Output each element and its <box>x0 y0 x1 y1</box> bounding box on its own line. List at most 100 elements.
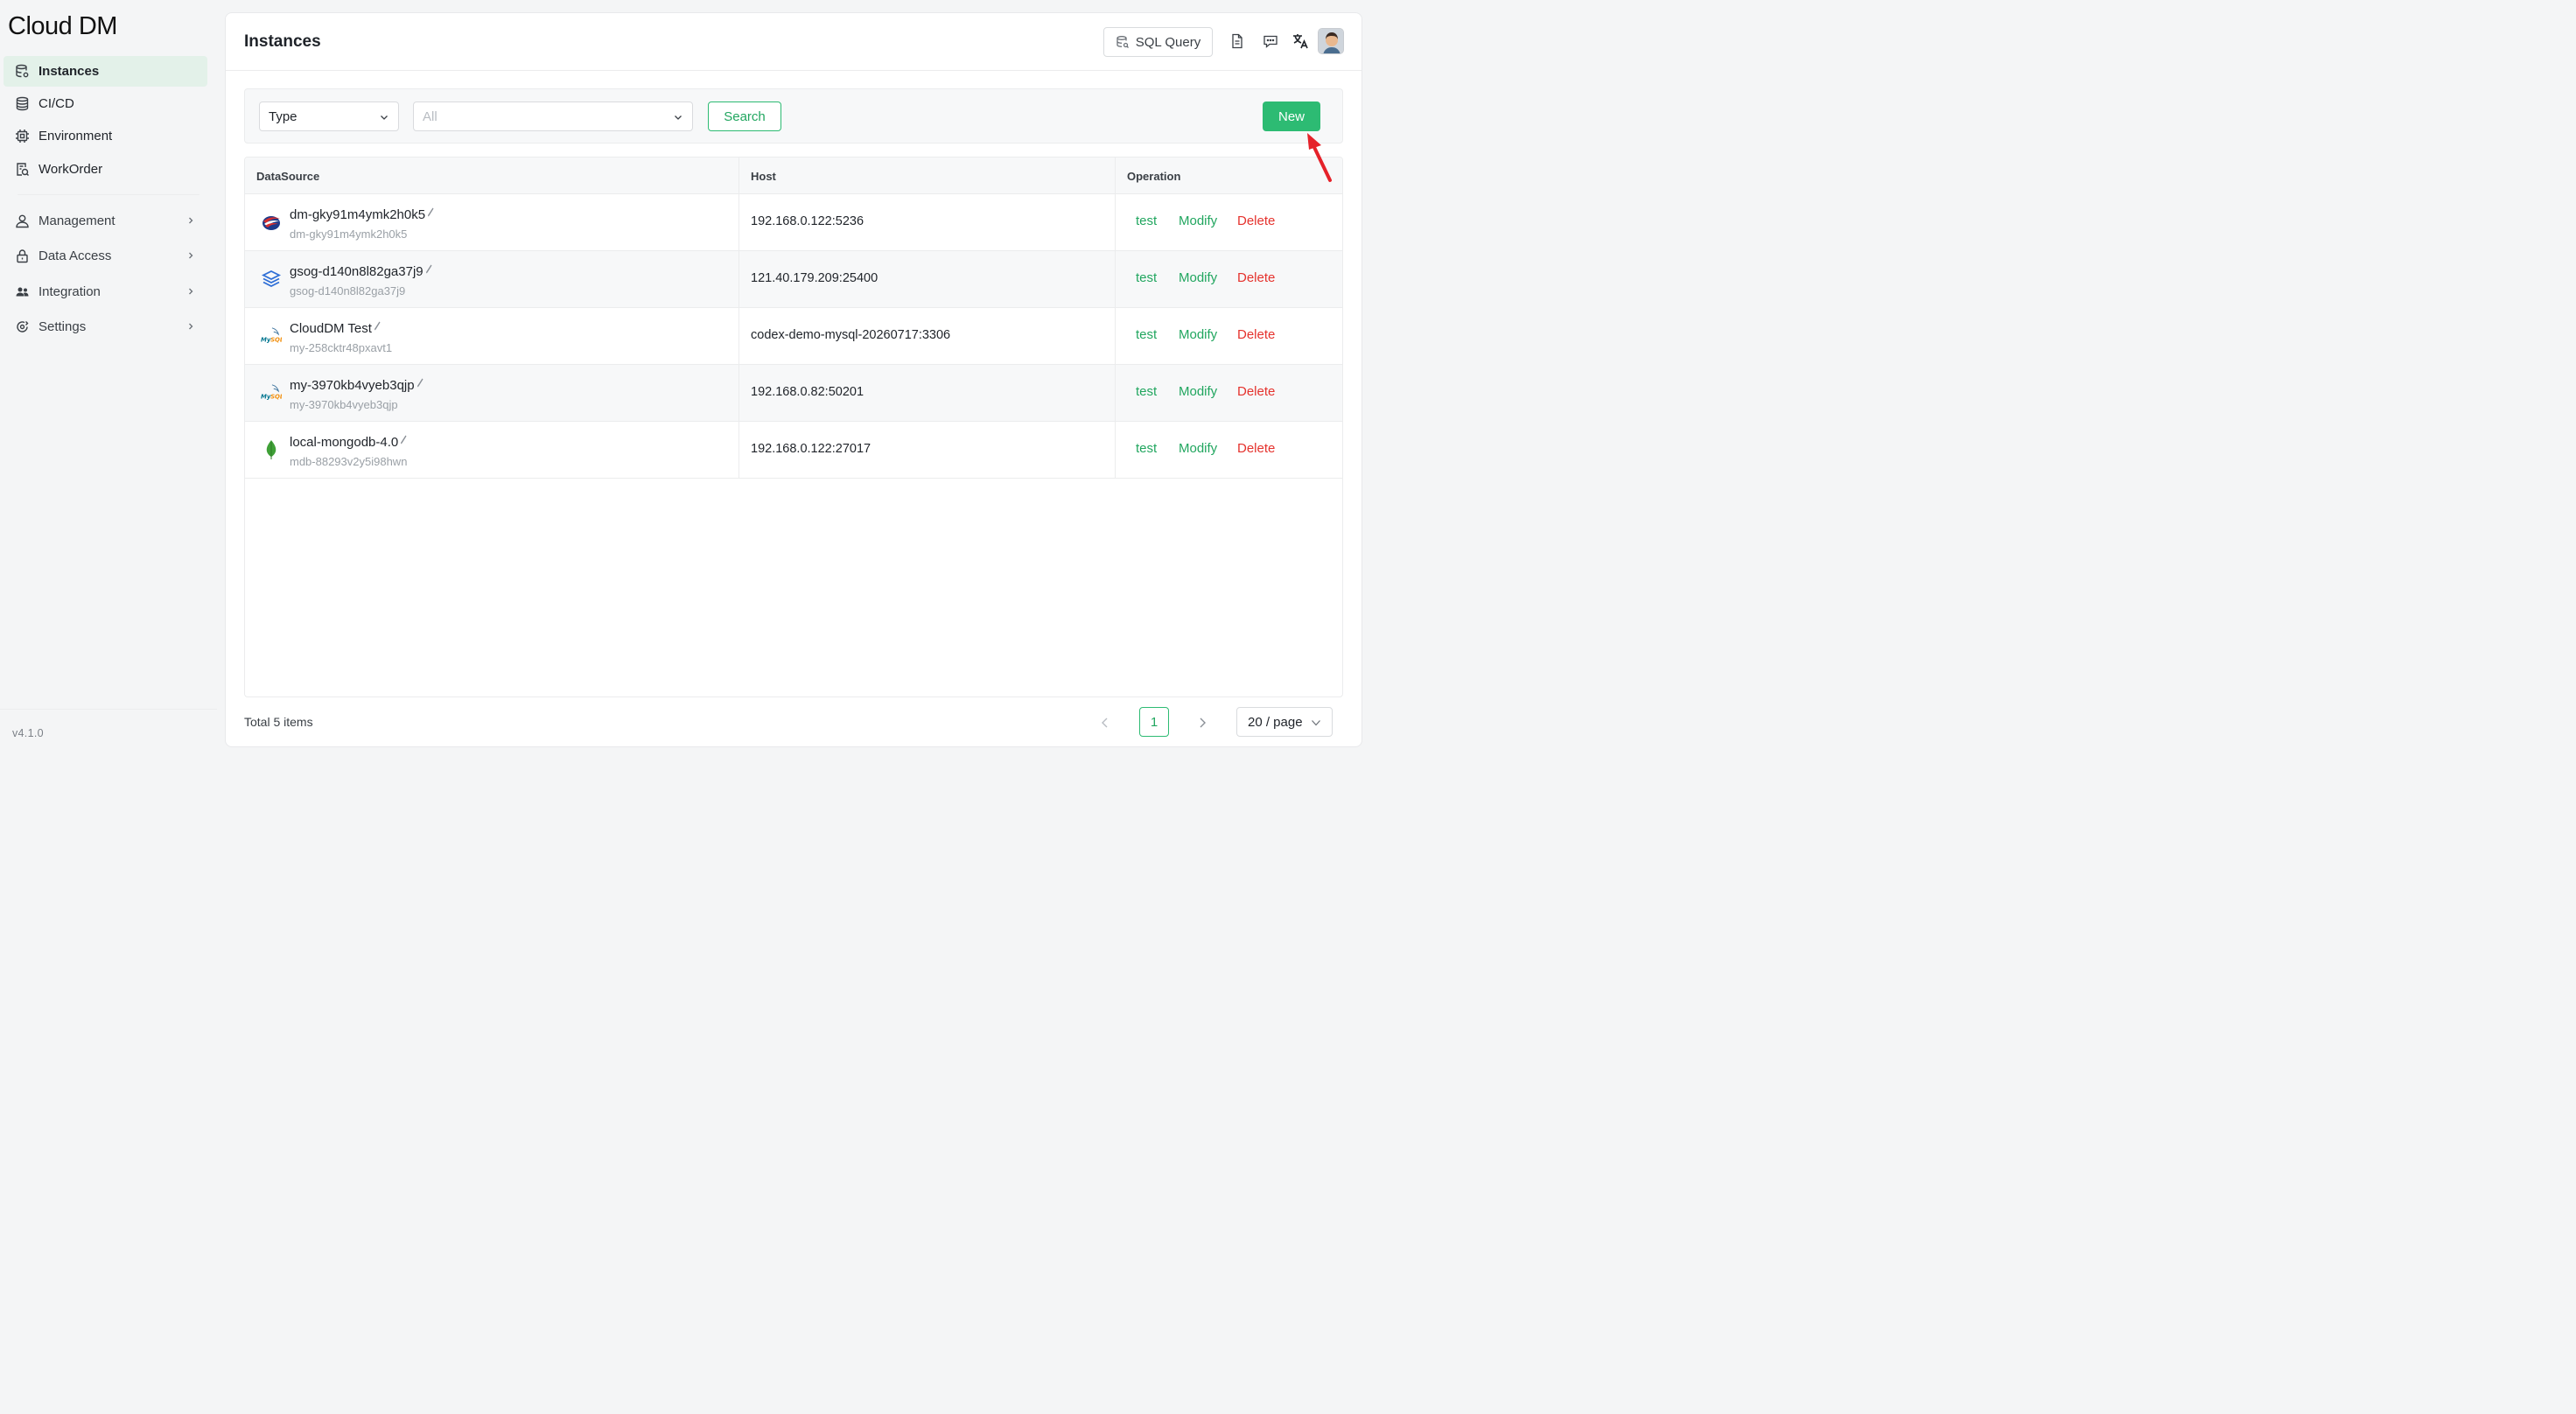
avatar[interactable] <box>1318 28 1344 54</box>
delete-button[interactable]: Delete <box>1237 214 1275 228</box>
chevron-right-icon <box>189 323 193 330</box>
column-divider <box>738 158 739 479</box>
type-select[interactable]: Type <box>259 102 399 131</box>
column-divider <box>1115 158 1116 479</box>
column-header-operation: Operation <box>1127 170 1181 183</box>
delete-button[interactable]: Delete <box>1237 384 1275 399</box>
test-button[interactable]: test <box>1136 270 1157 285</box>
modify-button[interactable]: Modify <box>1179 384 1217 399</box>
instance-filter-placeholder: All <box>423 108 438 124</box>
sidebar-item-cicd[interactable]: CI/CD <box>4 88 207 119</box>
test-button[interactable]: test <box>1136 214 1157 228</box>
gaussdb-icon <box>261 269 282 290</box>
next-page-icon[interactable] <box>1195 716 1209 730</box>
datasource-name[interactable]: local-mongodb-4.0 <box>290 435 407 450</box>
instances-table: DataSource Host Operation dm-gky91m4ymk2… <box>244 157 1343 697</box>
modify-button[interactable]: Modify <box>1179 327 1217 342</box>
host-value: codex-demo-mysql-20260717:3306 <box>751 328 951 342</box>
sidebar-item-label: Settings <box>38 319 87 334</box>
annotation-arrow-icon <box>1307 133 1332 182</box>
table-header: DataSource Host Operation <box>245 158 1342 194</box>
page-size-value: 20 / page <box>1248 714 1303 730</box>
chat-icon[interactable] <box>1262 32 1279 50</box>
sql-query-button[interactable]: SQL Query <box>1103 27 1213 57</box>
datasource-name[interactable]: gsog-d140n8l82ga37j9 <box>290 264 432 279</box>
page-size-select[interactable]: 20 / page <box>1236 707 1333 737</box>
page-title: Instances <box>244 32 321 51</box>
app-version: v4.1.0 <box>12 727 44 739</box>
sidebar-divider <box>18 194 200 195</box>
datasource-id: mdb-88293v2y5i98hwn <box>290 455 408 468</box>
modify-button[interactable]: Modify <box>1179 270 1217 285</box>
datasource-id: gsog-d140n8l82ga37j9 <box>290 284 406 298</box>
database-search-icon <box>1116 36 1129 48</box>
svg-text:My: My <box>261 336 271 343</box>
datasource-name[interactable]: dm-gky91m4ymk2h0k5 <box>290 207 434 222</box>
delete-button[interactable]: Delete <box>1237 441 1275 456</box>
table-row: dm-gky91m4ymk2h0k5 dm-gky91m4ymk2h0k5 19… <box>245 194 1342 251</box>
sidebar-bottom-divider <box>0 709 217 710</box>
test-button[interactable]: test <box>1136 384 1157 399</box>
sql-query-label: SQL Query <box>1135 34 1201 50</box>
page-number-current[interactable]: 1 <box>1139 707 1169 737</box>
page-header: Instances SQL Query <box>226 13 1362 71</box>
work-order-icon <box>14 162 30 178</box>
svg-text:SQL: SQL <box>270 336 282 343</box>
edit-icon[interactable] <box>400 435 407 444</box>
host-value: 121.40.179.209:25400 <box>751 271 878 285</box>
sidebar-item-label: Integration <box>38 284 101 299</box>
sidebar-item-workorder[interactable]: WorkOrder <box>4 154 207 185</box>
chevron-right-icon <box>189 217 193 224</box>
team-icon <box>14 284 30 300</box>
host-value: 192.168.0.82:50201 <box>751 385 864 399</box>
sidebar-group-management[interactable]: Management <box>4 206 207 236</box>
table-row: gsog-d140n8l82ga37j9 gsog-d140n8l82ga37j… <box>245 251 1342 308</box>
chevron-down-icon <box>675 116 682 120</box>
new-instance-button[interactable]: New <box>1263 102 1320 131</box>
delete-button[interactable]: Delete <box>1237 327 1275 342</box>
test-button[interactable]: test <box>1136 441 1157 456</box>
datasource-id: my-3970kb4vyeb3qjp <box>290 398 398 411</box>
document-icon[interactable] <box>1228 32 1246 50</box>
sidebar-group-integration[interactable]: Integration <box>4 276 207 307</box>
table-row: MySQL my-3970kb4vyeb3qjp my-3970kb4vyeb3… <box>245 365 1342 422</box>
chevron-down-icon <box>381 116 388 120</box>
modify-button[interactable]: Modify <box>1179 214 1217 228</box>
edit-icon[interactable] <box>425 264 432 274</box>
previous-page-icon[interactable] <box>1098 716 1112 730</box>
mysql-icon: MySQL <box>261 382 282 403</box>
sidebar-item-label: WorkOrder <box>38 162 103 177</box>
test-button[interactable]: test <box>1136 327 1157 342</box>
host-value: 192.168.0.122:27017 <box>751 442 872 456</box>
table-row: MySQL CloudDM Test my-258cktr48pxavt1 co… <box>245 308 1342 365</box>
app-logo: Cloud DM <box>8 12 117 40</box>
datasource-name[interactable]: CloudDM Test <box>290 321 381 336</box>
datasource-name[interactable]: my-3970kb4vyeb3qjp <box>290 378 424 393</box>
chevron-down-icon <box>1312 720 1320 726</box>
sidebar: Cloud DM Instances CI/CD Environment Wor… <box>0 0 217 754</box>
column-header-datasource: DataSource <box>256 170 320 183</box>
sidebar-item-label: CI/CD <box>38 96 74 111</box>
sidebar-item-label: Environment <box>38 129 113 144</box>
edit-icon[interactable] <box>374 321 381 331</box>
mysql-icon: MySQL <box>261 326 282 346</box>
instance-filter-select[interactable]: All <box>413 102 693 131</box>
delete-button[interactable]: Delete <box>1237 270 1275 285</box>
sidebar-item-label: Instances <box>38 64 100 79</box>
sidebar-item-environment[interactable]: Environment <box>4 121 207 151</box>
sidebar-item-instances[interactable]: Instances <box>4 56 207 87</box>
svg-text:SQL: SQL <box>270 393 282 400</box>
edit-icon[interactable] <box>416 378 424 388</box>
modify-button[interactable]: Modify <box>1179 441 1217 456</box>
sidebar-group-data-access[interactable]: Data Access <box>4 241 207 271</box>
host-value: 192.168.0.122:5236 <box>751 214 864 228</box>
database-icon <box>14 64 30 80</box>
search-button[interactable]: Search <box>708 102 781 131</box>
chip-icon <box>14 129 30 144</box>
translate-icon[interactable] <box>1292 32 1309 50</box>
user-icon <box>14 214 30 229</box>
sidebar-group-settings[interactable]: Settings <box>4 312 207 342</box>
chevron-right-icon <box>189 288 193 295</box>
column-header-host: Host <box>751 170 776 183</box>
edit-icon[interactable] <box>427 207 434 217</box>
